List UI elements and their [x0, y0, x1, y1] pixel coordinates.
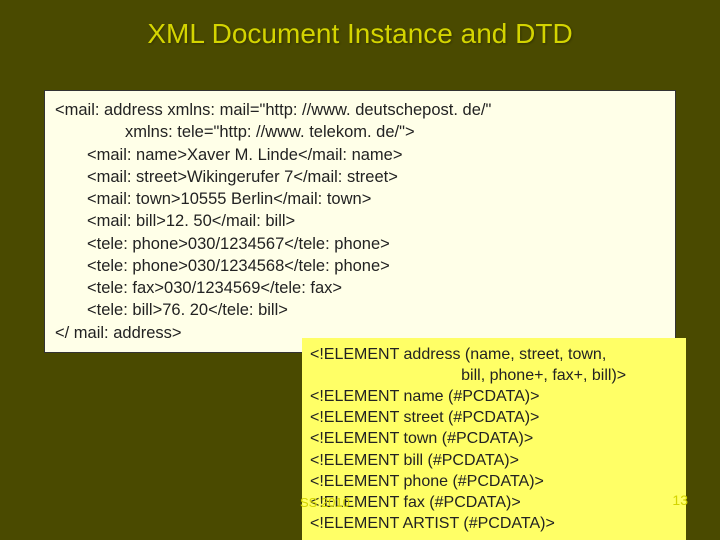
dtd-line: <!ELEMENT address (name, street, town, — [310, 344, 678, 365]
xml-line: <mail: bill>12. 50</mail: bill> — [55, 210, 665, 232]
dtd-line: bill, phone+, fax+, bill)> — [310, 365, 678, 386]
footer-fragment: SS 2010 — [300, 495, 350, 510]
dtd-line: <!ELEMENT fax (#PCDATA)> — [310, 492, 678, 513]
xml-instance-box: <mail: address xmlns: mail="http: //www.… — [44, 90, 676, 353]
slide-title: XML Document Instance and DTD — [0, 0, 720, 50]
xml-line: <tele: phone>030/1234567</tele: phone> — [55, 233, 665, 255]
dtd-line: <!ELEMENT street (#PCDATA)> — [310, 407, 678, 428]
xml-line: xmlns: tele="http: //www. telekom. de/"> — [55, 121, 665, 143]
dtd-box: <!ELEMENT address (name, street, town, b… — [302, 338, 686, 540]
xml-line: <mail: town>10555 Berlin</mail: town> — [55, 188, 665, 210]
xml-line: <tele: phone>030/1234568</tele: phone> — [55, 255, 665, 277]
xml-line: <tele: bill>76. 20</tele: bill> — [55, 299, 665, 321]
dtd-line: <!ELEMENT ARTIST (#PCDATA)> — [310, 513, 678, 534]
xml-line: <tele: fax>030/1234569</tele: fax> — [55, 277, 665, 299]
xml-line: <mail: address xmlns: mail="http: //www.… — [55, 99, 665, 121]
page-number: 13 — [672, 492, 688, 508]
xml-line: <mail: street>Wikingerufer 7</mail: stre… — [55, 166, 665, 188]
xml-line: <mail: name>Xaver M. Linde</mail: name> — [55, 144, 665, 166]
dtd-line: <!ELEMENT town (#PCDATA)> — [310, 428, 678, 449]
dtd-line: <!ELEMENT phone (#PCDATA)> — [310, 471, 678, 492]
dtd-line: <!ELEMENT bill (#PCDATA)> — [310, 450, 678, 471]
dtd-line: <!ELEMENT name (#PCDATA)> — [310, 386, 678, 407]
